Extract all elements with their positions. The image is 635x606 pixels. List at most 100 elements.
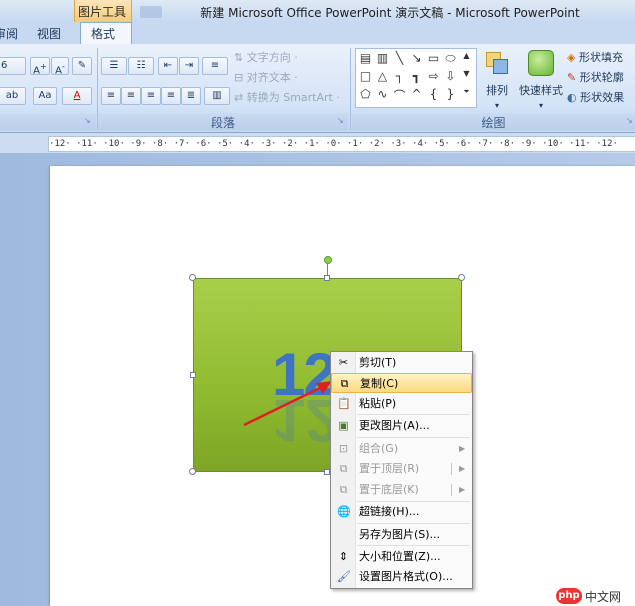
triangle-shape-icon[interactable]: △ [376, 69, 389, 83]
submenu-arrow-icon: ▶ [459, 485, 466, 494]
menu-item-cut[interactable]: ✂ 剪切(T) [331, 353, 472, 373]
red-arrow-annotation [243, 381, 332, 427]
text-direction-button[interactable]: ⇅ 文字方向 · [234, 49, 298, 65]
distributed-button[interactable]: ≣ [181, 87, 201, 105]
arrow-right-shape-icon[interactable]: ⇨ [427, 69, 440, 83]
resize-handle-bottom-left[interactable] [189, 468, 196, 475]
arrange-button[interactable]: 排列 ▾ [480, 82, 514, 111]
gallery-more-icon[interactable]: ⏷ [460, 87, 473, 97]
window-title: 新建 Microsoft Office PowerPoint 演示文稿 - Mi… [200, 6, 580, 20]
horizontal-ruler[interactable]: ·12· ·11· ·10· ·9· ·8· ·7· ·6· ·5· ·4· ·… [48, 136, 635, 152]
paragraph-dialog-launcher-icon[interactable]: ↘ [337, 116, 344, 125]
group-icon: ⊡ [338, 442, 349, 455]
shrink-font-button[interactable]: A- [51, 57, 69, 76]
shape-fill-label: 形状填充 [578, 51, 623, 64]
menu-item-group[interactable]: ⊡ 组合(G) ▶ [331, 439, 472, 459]
menu-separator [357, 545, 470, 546]
font-dialog-launcher-icon[interactable]: ↘ [84, 116, 91, 125]
convert-smartart-label: 转换为 SmartArt [246, 91, 333, 104]
grow-font-button[interactable]: A+ [30, 57, 50, 76]
increase-indent-button[interactable]: ⇥ [179, 57, 199, 75]
resize-handle-top-right[interactable] [458, 274, 465, 281]
php-logo: php [556, 588, 582, 604]
arrow-down-shape-icon[interactable]: ⇩ [444, 69, 457, 83]
scissors-icon: ✂ [338, 356, 349, 369]
shape-fill-button[interactable]: ◈ 形状填充 [567, 49, 623, 65]
clear-format-button[interactable]: ✎ [72, 57, 92, 75]
menu-item-paste[interactable]: 📋 粘贴(P) [331, 394, 472, 414]
menu-item-size-position[interactable]: ⇕ 大小和位置(Z)... [331, 547, 472, 567]
send-to-back-icon: ⧉ [339, 483, 348, 496]
pen-icon: ✎ [567, 71, 577, 84]
decrease-indent-button[interactable]: ⇤ [158, 57, 178, 75]
arc-shape-icon[interactable]: ⌒ [393, 87, 406, 104]
resize-handle-left[interactable] [190, 372, 196, 378]
bullets-button[interactable]: ☰ [101, 57, 127, 75]
menu-item-change-picture-label: 更改图片(A)... [359, 419, 430, 432]
menu-item-hyperlink[interactable]: 🌐 超链接(H)... [331, 502, 472, 522]
elbow-connector-icon[interactable]: ┐ [393, 69, 406, 83]
menu-item-copy[interactable]: ⧉ 复制(C) [331, 373, 472, 393]
tab-review[interactable]: 审阅 [0, 25, 18, 42]
size-position-icon: ⇕ [338, 550, 349, 563]
menu-item-save-as-picture-label: 另存为图片(S)... [359, 528, 441, 541]
convert-smartart-button[interactable]: ⇄ 转换为 SmartArt · [234, 89, 340, 105]
menu-item-copy-label: 复制(C) [360, 377, 399, 390]
font-size-value: 6 [1, 60, 8, 71]
quick-styles-button[interactable]: 快速样式 ▾ [516, 82, 566, 111]
resize-handle-top-left[interactable] [189, 274, 196, 281]
drawing-group-label: 绘图 [481, 116, 506, 130]
menu-item-bring-to-front-label: 置于顶层(R) [359, 462, 420, 475]
menu-item-size-position-label: 大小和位置(Z)... [359, 550, 441, 563]
shape-effects-label: 形状效果 [580, 91, 625, 104]
columns-button[interactable]: ▥ [204, 87, 230, 105]
shape-effects-button[interactable]: ◐ 形状效果 [567, 89, 624, 105]
arrange-icon [484, 50, 510, 76]
font-size-box[interactable]: 6 [0, 57, 26, 75]
pentagon-shape-icon[interactable]: ⬠ [359, 87, 372, 101]
justify-button[interactable]: ≡ [161, 87, 181, 105]
rect-shape-icon[interactable]: □ [359, 69, 372, 83]
submenu-arrow-icon: ▶ [459, 444, 466, 453]
menu-separator [357, 523, 470, 524]
arrange-label: 排列 [486, 84, 508, 97]
quick-styles-icon [528, 50, 554, 76]
oval-shape-icon[interactable]: ⬭ [444, 51, 457, 66]
font-color-button[interactable]: A [62, 87, 92, 105]
gallery-down-icon[interactable]: ▼ [460, 69, 473, 78]
gallery-up-icon[interactable]: ▲ [460, 51, 473, 60]
paint-bucket-icon: ◈ [567, 51, 576, 64]
shape-outline-button[interactable]: ✎ 形状轮廓 [567, 69, 624, 85]
menu-item-save-as-picture[interactable]: 另存为图片(S)... [331, 525, 472, 545]
tab-format[interactable]: 格式 [91, 25, 115, 42]
align-text-button[interactable]: ⊟ 对齐文本 · [234, 69, 298, 85]
change-case-button[interactable]: Aa [33, 87, 57, 105]
align-right-button[interactable]: ≡ [141, 87, 161, 105]
drawing-dialog-launcher-icon[interactable]: ↘ [626, 116, 633, 125]
brace-left-icon[interactable]: { [427, 87, 440, 101]
arrow-line-icon[interactable]: ↘ [410, 51, 423, 65]
tab-view[interactable]: 视图 [37, 25, 61, 42]
menu-separator [357, 437, 470, 438]
menu-item-bring-to-front[interactable]: ⧉ 置于顶层(R) ▶ [331, 459, 472, 479]
chevron-shape-icon[interactable]: ^ [410, 87, 423, 101]
char-spacing-button[interactable]: ab [0, 87, 26, 105]
menu-item-send-to-back[interactable]: ⧉ 置于底层(K) ▶ [331, 480, 472, 500]
textbox-shape-icon[interactable]: ▤ [359, 51, 372, 65]
curve-shape-icon[interactable]: ∿ [376, 87, 389, 101]
line-spacing-button[interactable]: ≡ [202, 57, 228, 75]
elbow-arrow-icon[interactable]: ┓ [410, 69, 423, 83]
brace-right-icon[interactable]: } [444, 87, 457, 101]
align-left-button[interactable]: ≡ [101, 87, 121, 105]
align-center-button[interactable]: ≡ [121, 87, 141, 105]
vertical-textbox-icon[interactable]: ▥ [376, 51, 389, 65]
rotate-handle[interactable] [324, 256, 332, 264]
bring-to-front-icon: ⧉ [339, 462, 348, 475]
shapes-gallery[interactable]: ▤ ▥ ╲ ↘ ▭ ⬭ □ △ ┐ ┓ ⇨ ⇩ ⬠ ∿ ⌒ ^ { } ▲ ▼ … [355, 48, 477, 108]
menu-item-change-picture[interactable]: ▣ 更改图片(A)... [331, 416, 472, 436]
resize-handle-top[interactable] [324, 275, 330, 281]
rectangle-shape-icon[interactable]: ▭ [427, 51, 440, 65]
numbering-button[interactable]: ☷ [128, 57, 154, 75]
menu-item-format-picture[interactable]: 🖌 设置图片格式(O)... [331, 567, 472, 587]
line-shape-icon[interactable]: ╲ [393, 51, 406, 65]
